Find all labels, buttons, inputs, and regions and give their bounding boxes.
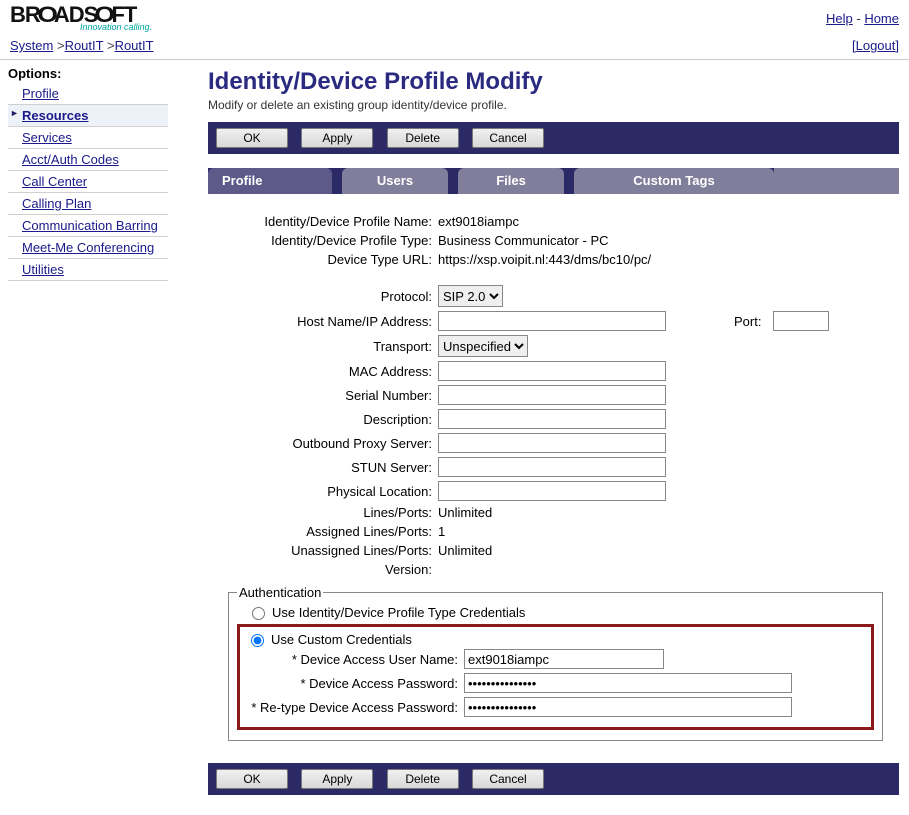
access-user-input[interactable] [464, 649, 664, 669]
tabs: Profile Users Files Custom Tags [208, 168, 899, 194]
tab-files[interactable]: Files [458, 168, 564, 194]
lbl-unassigned: Unassigned Lines/Ports: [218, 543, 438, 558]
profile-form: Identity/Device Profile Name:ext9018iamp… [208, 194, 899, 755]
description-input[interactable] [438, 409, 666, 429]
val-assigned: 1 [438, 524, 889, 539]
lbl-proxy: Outbound Proxy Server: [218, 436, 438, 451]
lbl-port: Port: [734, 314, 761, 329]
tagline: Innovation calling. [80, 22, 152, 32]
val-device-url: https://xsp.voipit.nl:443/dms/bc10/pc/ [438, 252, 889, 267]
lbl-access-pw2: * Re-type Device Access Password: [246, 700, 464, 715]
logo-block: BROADSOFT Innovation calling. [10, 4, 152, 32]
sidebar-item-utilities[interactable]: Utilities [8, 259, 168, 281]
lbl-version: Version: [218, 562, 438, 577]
auth-legend: Authentication [237, 585, 323, 600]
home-link[interactable]: Home [864, 11, 899, 26]
lbl-assigned: Assigned Lines/Ports: [218, 524, 438, 539]
crumb-sp2[interactable]: RoutIT [115, 38, 154, 53]
tab-users[interactable]: Users [342, 168, 448, 194]
action-bar-bottom: OK Apply Delete Cancel [208, 763, 899, 795]
serial-input[interactable] [438, 385, 666, 405]
help-link[interactable]: Help [826, 11, 853, 26]
proxy-input[interactable] [438, 433, 666, 453]
crumb-system[interactable]: System [10, 38, 53, 53]
sidebar-item-acct-auth[interactable]: Acct/Auth Codes [8, 149, 168, 171]
sidebar-item-calling-plan[interactable]: Calling Plan [8, 193, 168, 215]
page-subtitle: Modify or delete an existing group ident… [208, 98, 899, 112]
lbl-host: Host Name/IP Address: [218, 314, 438, 329]
crumb-sp1[interactable]: RoutIT [65, 38, 104, 53]
lbl-transport: Transport: [218, 339, 438, 354]
cancel-button[interactable]: Cancel [472, 128, 544, 148]
top-links: Help - Home [826, 11, 899, 26]
lbl-phys-loc: Physical Location: [218, 484, 438, 499]
lbl-lines-ports: Lines/Ports: [218, 505, 438, 520]
auth-fieldset: Authentication Use Identity/Device Profi… [228, 585, 883, 741]
access-pw-input[interactable] [464, 673, 792, 693]
apply-button-bottom[interactable]: Apply [301, 769, 373, 789]
transport-select[interactable]: Unspecified [438, 335, 528, 357]
lbl-serial: Serial Number: [218, 388, 438, 403]
mac-input[interactable] [438, 361, 666, 381]
lbl-profile-creds: Use Identity/Device Profile Type Credent… [272, 605, 525, 620]
page-title: Identity/Device Profile Modify [208, 68, 899, 96]
custom-creds-highlight: Use Custom Credentials * Device Access U… [237, 624, 874, 730]
sidebar-item-resources[interactable]: Resources [8, 105, 168, 127]
val-profile-type: Business Communicator - PC [438, 233, 889, 248]
protocol-select[interactable]: SIP 2.0 [438, 285, 503, 307]
access-pw2-input[interactable] [464, 697, 792, 717]
host-input[interactable] [438, 311, 666, 331]
options-label: Options: [8, 66, 168, 81]
lbl-mac: MAC Address: [218, 364, 438, 379]
lbl-access-pw: * Device Access Password: [246, 676, 464, 691]
delete-button-bottom[interactable]: Delete [387, 769, 459, 789]
logout-link[interactable]: [Logout] [852, 38, 899, 53]
cancel-button-bottom[interactable]: Cancel [472, 769, 544, 789]
stun-input[interactable] [438, 457, 666, 477]
sidebar: Options: Profile Resources Services Acct… [0, 60, 172, 287]
breadcrumb: System >RoutIT >RoutIT [10, 38, 154, 53]
lbl-stun: STUN Server: [218, 460, 438, 475]
val-unassigned: Unlimited [438, 543, 889, 558]
tab-profile[interactable]: Profile [208, 168, 332, 194]
subbar: System >RoutIT >RoutIT [Logout] [0, 34, 909, 60]
phys-loc-input[interactable] [438, 481, 666, 501]
port-input[interactable] [773, 311, 829, 331]
ok-button[interactable]: OK [216, 128, 288, 148]
lbl-device-url: Device Type URL: [218, 252, 438, 267]
lbl-description: Description: [218, 412, 438, 427]
radio-profile-creds[interactable] [252, 607, 265, 620]
lbl-access-user: * Device Access User Name: [246, 652, 464, 667]
header: BROADSOFT Innovation calling. Help - Hom… [0, 0, 909, 34]
ok-button-bottom[interactable]: OK [216, 769, 288, 789]
delete-button[interactable]: Delete [387, 128, 459, 148]
main-content: Identity/Device Profile Modify Modify or… [172, 60, 909, 815]
sidebar-item-call-center[interactable]: Call Center [8, 171, 168, 193]
val-profile-name: ext9018iampc [438, 214, 889, 229]
lbl-protocol: Protocol: [218, 289, 438, 304]
tab-custom-tags[interactable]: Custom Tags [574, 168, 774, 194]
lbl-custom-creds: Use Custom Credentials [271, 632, 412, 647]
lbl-profile-name: Identity/Device Profile Name: [218, 214, 438, 229]
sidebar-item-meetme[interactable]: Meet-Me Conferencing [8, 237, 168, 259]
sidebar-item-comm-barring[interactable]: Communication Barring [8, 215, 168, 237]
action-bar-top: OK Apply Delete Cancel [208, 122, 899, 154]
radio-custom-creds[interactable] [251, 634, 264, 647]
sidebar-item-services[interactable]: Services [8, 127, 168, 149]
lbl-profile-type: Identity/Device Profile Type: [218, 233, 438, 248]
sidebar-item-profile[interactable]: Profile [8, 83, 168, 105]
val-lines-ports: Unlimited [438, 505, 889, 520]
apply-button[interactable]: Apply [301, 128, 373, 148]
